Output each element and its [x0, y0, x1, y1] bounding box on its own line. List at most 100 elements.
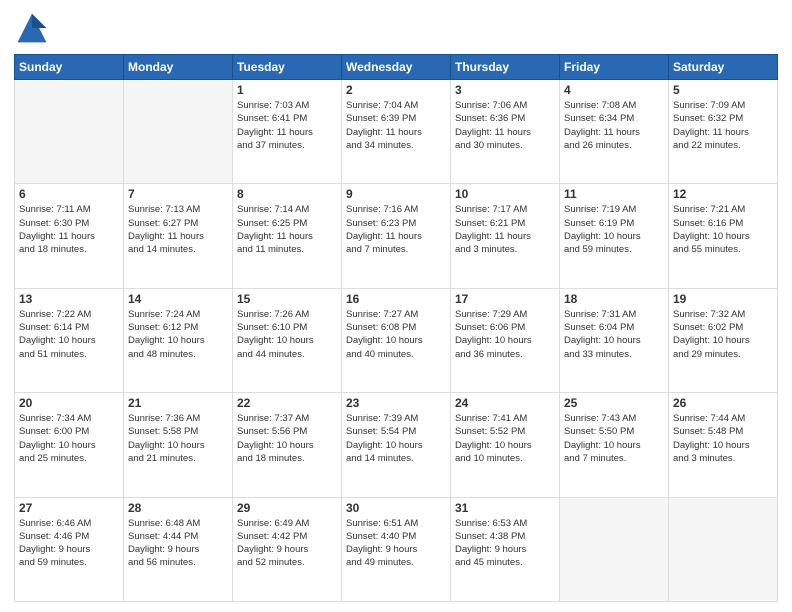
- day-number: 16: [346, 292, 446, 306]
- day-info: Sunrise: 7:19 AM Sunset: 6:19 PM Dayligh…: [564, 203, 664, 256]
- day-info: Sunrise: 6:46 AM Sunset: 4:46 PM Dayligh…: [19, 517, 119, 570]
- day-info: Sunrise: 7:27 AM Sunset: 6:08 PM Dayligh…: [346, 308, 446, 361]
- day-number: 7: [128, 187, 228, 201]
- table-row: 18Sunrise: 7:31 AM Sunset: 6:04 PM Dayli…: [560, 288, 669, 392]
- day-info: Sunrise: 7:32 AM Sunset: 6:02 PM Dayligh…: [673, 308, 773, 361]
- table-row: 15 Sunrise: 7:26 AM Sunset: 6:10 PM Dayli…: [233, 288, 342, 392]
- table-row: 5Sunrise: 7:09 AM Sunset: 6:32 PM Daylig…: [669, 80, 778, 184]
- table-row: 1 Sunrise: 7:03 AM Sunset: 6:41 PM Daylig…: [233, 80, 342, 184]
- calendar-week-row: 20 Sunrise: 7:34 AM Sunset: 6:00 PM Dayli…: [15, 393, 778, 497]
- table-row: 26 Sunrise: 7:44 AM Sunset: 5:48 PM Dayli…: [669, 393, 778, 497]
- day-number: 15: [237, 292, 337, 306]
- day-info: Sunrise: 7:34 AM Sunset: 6:00 PM Dayligh…: [19, 412, 119, 465]
- day-number: 30: [346, 501, 446, 515]
- table-row: 9 Sunrise: 7:16 AM Sunset: 6:23 PM Daylig…: [342, 184, 451, 288]
- col-sunday: Sunday: [15, 55, 124, 80]
- day-info: Sunrise: 7:03 AM Sunset: 6:41 PM Dayligh…: [237, 99, 337, 152]
- table-row: 4 Sunrise: 7:08 AM Sunset: 6:34 PM Daylig…: [560, 80, 669, 184]
- day-info: Sunrise: 7:44 AM Sunset: 5:48 PM Dayligh…: [673, 412, 773, 465]
- day-info: Sunrise: 7:17 AM Sunset: 6:21 PM Dayligh…: [455, 203, 555, 256]
- day-number: 20: [19, 396, 119, 410]
- table-row: 24Sunrise: 7:41 AM Sunset: 5:52 PM Dayli…: [451, 393, 560, 497]
- calendar-week-row: 13 Sunrise: 7:22 AM Sunset: 6:14 PM Dayli…: [15, 288, 778, 392]
- col-friday: Friday: [560, 55, 669, 80]
- table-row: [124, 80, 233, 184]
- day-info: Sunrise: 7:04 AM Sunset: 6:39 PM Dayligh…: [346, 99, 446, 152]
- col-saturday: Saturday: [669, 55, 778, 80]
- day-info: Sunrise: 7:26 AM Sunset: 6:10 PM Dayligh…: [237, 308, 337, 361]
- table-row: 31 Sunrise: 6:53 AM Sunset: 4:38 PM Dayli…: [451, 497, 560, 601]
- table-row: [669, 497, 778, 601]
- table-row: 22 Sunrise: 7:37 AM Sunset: 5:56 PM Dayli…: [233, 393, 342, 497]
- day-number: 31: [455, 501, 555, 515]
- day-info: Sunrise: 7:06 AM Sunset: 6:36 PM Dayligh…: [455, 99, 555, 152]
- table-row: 20 Sunrise: 7:34 AM Sunset: 6:00 PM Dayli…: [15, 393, 124, 497]
- table-row: 30 Sunrise: 6:51 AM Sunset: 4:40 PM Dayli…: [342, 497, 451, 601]
- day-number: 2: [346, 83, 446, 97]
- day-info: Sunrise: 6:51 AM Sunset: 4:40 PM Dayligh…: [346, 517, 446, 570]
- table-row: 25 Sunrise: 7:43 AM Sunset: 5:50 PM Dayli…: [560, 393, 669, 497]
- col-monday: Monday: [124, 55, 233, 80]
- day-info: Sunrise: 7:29 AM Sunset: 6:06 PM Dayligh…: [455, 308, 555, 361]
- day-info: Sunrise: 7:09 AM Sunset: 6:32 PM Dayligh…: [673, 99, 773, 152]
- day-number: 26: [673, 396, 773, 410]
- table-row: 7 Sunrise: 7:13 AM Sunset: 6:27 PM Daylig…: [124, 184, 233, 288]
- table-row: 14Sunrise: 7:24 AM Sunset: 6:12 PM Dayli…: [124, 288, 233, 392]
- day-info: Sunrise: 7:11 AM Sunset: 6:30 PM Dayligh…: [19, 203, 119, 256]
- calendar-week-row: 1 Sunrise: 7:03 AM Sunset: 6:41 PM Daylig…: [15, 80, 778, 184]
- table-row: 28 Sunrise: 6:48 AM Sunset: 4:44 PM Dayli…: [124, 497, 233, 601]
- day-info: Sunrise: 7:41 AM Sunset: 5:52 PM Dayligh…: [455, 412, 555, 465]
- day-info: Sunrise: 7:36 AM Sunset: 5:58 PM Dayligh…: [128, 412, 228, 465]
- table-row: 27 Sunrise: 6:46 AM Sunset: 4:46 PM Dayli…: [15, 497, 124, 601]
- day-info: Sunrise: 7:24 AM Sunset: 6:12 PM Dayligh…: [128, 308, 228, 361]
- day-info: Sunrise: 7:43 AM Sunset: 5:50 PM Dayligh…: [564, 412, 664, 465]
- day-number: 19: [673, 292, 773, 306]
- day-info: Sunrise: 6:53 AM Sunset: 4:38 PM Dayligh…: [455, 517, 555, 570]
- day-info: Sunrise: 6:48 AM Sunset: 4:44 PM Dayligh…: [128, 517, 228, 570]
- col-tuesday: Tuesday: [233, 55, 342, 80]
- table-row: [560, 497, 669, 601]
- day-number: 11: [564, 187, 664, 201]
- day-number: 18: [564, 292, 664, 306]
- table-row: 23Sunrise: 7:39 AM Sunset: 5:54 PM Dayli…: [342, 393, 451, 497]
- table-row: 2 Sunrise: 7:04 AM Sunset: 6:39 PM Daylig…: [342, 80, 451, 184]
- day-number: 17: [455, 292, 555, 306]
- day-number: 28: [128, 501, 228, 515]
- calendar-header-row: Sunday Monday Tuesday Wednesday Thursday…: [15, 55, 778, 80]
- day-number: 22: [237, 396, 337, 410]
- table-row: 11 Sunrise: 7:19 AM Sunset: 6:19 PM Dayli…: [560, 184, 669, 288]
- calendar-week-row: 6Sunrise: 7:11 AM Sunset: 6:30 PM Daylig…: [15, 184, 778, 288]
- day-info: Sunrise: 7:37 AM Sunset: 5:56 PM Dayligh…: [237, 412, 337, 465]
- day-number: 3: [455, 83, 555, 97]
- day-info: Sunrise: 7:16 AM Sunset: 6:23 PM Dayligh…: [346, 203, 446, 256]
- col-wednesday: Wednesday: [342, 55, 451, 80]
- day-number: 13: [19, 292, 119, 306]
- calendar-week-row: 27 Sunrise: 6:46 AM Sunset: 4:46 PM Dayli…: [15, 497, 778, 601]
- table-row: 10 Sunrise: 7:17 AM Sunset: 6:21 PM Dayli…: [451, 184, 560, 288]
- day-number: 9: [346, 187, 446, 201]
- col-thursday: Thursday: [451, 55, 560, 80]
- day-info: Sunrise: 7:22 AM Sunset: 6:14 PM Dayligh…: [19, 308, 119, 361]
- day-number: 25: [564, 396, 664, 410]
- day-info: Sunrise: 6:49 AM Sunset: 4:42 PM Dayligh…: [237, 517, 337, 570]
- table-row: 16 Sunrise: 7:27 AM Sunset: 6:08 PM Dayli…: [342, 288, 451, 392]
- table-row: 6Sunrise: 7:11 AM Sunset: 6:30 PM Daylig…: [15, 184, 124, 288]
- table-row: 3 Sunrise: 7:06 AM Sunset: 6:36 PM Daylig…: [451, 80, 560, 184]
- table-row: 21Sunrise: 7:36 AM Sunset: 5:58 PM Dayli…: [124, 393, 233, 497]
- day-info: Sunrise: 7:21 AM Sunset: 6:16 PM Dayligh…: [673, 203, 773, 256]
- day-number: 8: [237, 187, 337, 201]
- day-number: 29: [237, 501, 337, 515]
- day-number: 4: [564, 83, 664, 97]
- logo-icon: [14, 10, 50, 46]
- day-number: 12: [673, 187, 773, 201]
- day-info: Sunrise: 7:08 AM Sunset: 6:34 PM Dayligh…: [564, 99, 664, 152]
- table-row: 29 Sunrise: 6:49 AM Sunset: 4:42 PM Dayli…: [233, 497, 342, 601]
- day-number: 27: [19, 501, 119, 515]
- table-row: 17 Sunrise: 7:29 AM Sunset: 6:06 PM Dayli…: [451, 288, 560, 392]
- day-number: 10: [455, 187, 555, 201]
- day-number: 1: [237, 83, 337, 97]
- header: [14, 10, 778, 46]
- day-info: Sunrise: 7:13 AM Sunset: 6:27 PM Dayligh…: [128, 203, 228, 256]
- logo: [14, 10, 54, 46]
- page: Sunday Monday Tuesday Wednesday Thursday…: [0, 0, 792, 612]
